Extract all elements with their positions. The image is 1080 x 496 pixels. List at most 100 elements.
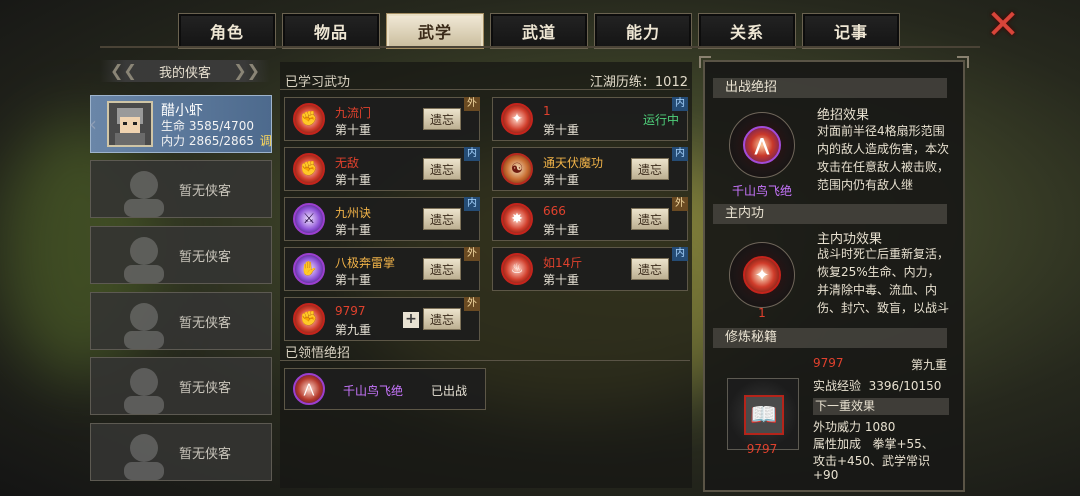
next-level-header: 下一重效果 <box>813 398 949 415</box>
forget-button[interactable]: 遗忘 <box>423 158 461 180</box>
book-caption: 9797 <box>746 442 778 456</box>
manual-slot[interactable]: 📖 <box>727 378 799 450</box>
inner-section-header: 主内功 <box>713 204 947 224</box>
arrow-left-icon: ‹ <box>89 112 97 136</box>
roster-title-label: 我的侠客 <box>158 65 211 81</box>
hero-mp: 内力 2865/2865 调 <box>161 132 272 149</box>
skill-type-badge: 外 <box>464 247 480 261</box>
skill-card[interactable]: ⚔ 九州诀 第十重 遗忘 内 <box>284 197 480 241</box>
tab-martial-way[interactable]: 武道 <box>490 13 588 49</box>
tab-abilities[interactable]: 能力 <box>594 13 692 49</box>
tab-relations[interactable]: 关系 <box>698 13 796 49</box>
skill-level: 第十重 <box>543 123 580 137</box>
skill-card[interactable]: ✋ 八极奔雷掌 第十重 遗忘 外 <box>284 247 480 291</box>
ext-power: 外功威力 1080 <box>813 420 896 434</box>
flame-icon: ✦ <box>501 103 533 135</box>
skill-name: 如14斤 <box>543 256 583 270</box>
skill-card[interactable]: ✸ 666 第十重 遗忘 外 <box>492 197 688 241</box>
forget-button[interactable]: 遗忘 <box>423 108 461 130</box>
silhouette-icon <box>124 171 164 217</box>
skill-card[interactable]: ✊ 九流门 第十重 遗忘 外 <box>284 97 480 141</box>
empty-slot-label: 暂无侠客 <box>179 316 232 331</box>
forget-button[interactable]: 遗忘 <box>423 258 461 280</box>
inner-emblem[interactable]: ✦ <box>729 242 795 308</box>
fist-icon: ✊ <box>293 103 325 135</box>
upgrade-plus-icon[interactable]: + <box>403 312 419 328</box>
skill-level: 第九重 <box>335 323 372 337</box>
hero-slot-empty[interactable]: 暂无侠客 <box>90 292 272 350</box>
skill-name: 九流门 <box>335 106 372 120</box>
forget-button[interactable]: 遗忘 <box>631 258 669 280</box>
forget-button[interactable]: 遗忘 <box>631 208 669 230</box>
skill-level: 第十重 <box>543 173 580 187</box>
inner-name: 1 <box>758 306 766 320</box>
skill-level: 第十重 <box>335 223 372 237</box>
detail-panel: 出战绝招 ⋀ 千山鸟飞绝 绝招效果 对面前半径4格扇形范围内的敌人造成伤害，本次… <box>699 56 969 492</box>
header-divider <box>100 46 980 48</box>
skill-card[interactable]: ♨ 如14斤 第十重 遗忘 内 <box>492 247 688 291</box>
palm-icon: ✋ <box>293 253 325 285</box>
book-level: 第九重 <box>911 358 948 372</box>
chevron-left-icon: ❮❮ <box>110 61 137 80</box>
forget-button[interactable]: 遗忘 <box>631 158 669 180</box>
skill-name: 九州诀 <box>335 206 372 220</box>
ultimate-glyph-icon: ⋀ <box>743 126 781 164</box>
tab-character[interactable]: 角色 <box>178 13 276 49</box>
ultimate-effect-text: 对面前半径4格扇形范围内的敌人造成伤害，本次攻击在任意敌人被击败，范围内仍有敌人… <box>817 124 949 192</box>
skill-card[interactable]: ☯ 通天伏魔功 第十重 遗忘 内 <box>492 147 688 191</box>
inner-glyph-icon: ✦ <box>743 256 781 294</box>
ultimate-name: 千山鸟飞绝 <box>343 384 404 398</box>
section-divider <box>280 89 690 90</box>
adjust-tag[interactable]: 调 <box>260 134 272 148</box>
learned-skills-panel: 已学习武功 江湖历练：1012 ✊ 九流门 第十重 遗忘 外 ✦ 1 第十重 运… <box>280 62 692 488</box>
skill-level: 第十重 <box>543 223 580 237</box>
empty-slot-label: 暂无侠客 <box>179 250 232 265</box>
ultimates-header: 已领悟绝招 <box>285 346 351 361</box>
forget-button[interactable]: 遗忘 <box>423 208 461 230</box>
silhouette-icon <box>124 434 164 480</box>
mp-value: 2865/2865 <box>188 134 254 148</box>
skill-card[interactable]: ✦ 1 第十重 运行中 内 <box>492 97 688 141</box>
fist-icon: ✊ <box>293 303 325 335</box>
ultimate-effect-title: 绝招效果 <box>817 108 870 123</box>
main-tab-bar: 角色 物品 武学 武道 能力 关系 记事 <box>178 13 900 49</box>
skill-name: 八极奔雷掌 <box>335 256 396 270</box>
jianghu-experience: 江湖历练：1012 <box>589 75 688 90</box>
ultimate-emblem[interactable]: ⋀ <box>729 112 795 178</box>
hero-portrait-icon <box>109 103 151 145</box>
skill-name: 通天伏魔功 <box>543 156 604 170</box>
skill-type-badge: 内 <box>672 97 688 111</box>
hero-slot-empty[interactable]: 暂无侠客 <box>90 357 272 415</box>
close-icon[interactable]: ✕ <box>985 5 1021 45</box>
combat-exp: 实战经验 3396/10150 <box>813 377 941 394</box>
empty-slot-label: 暂无侠客 <box>179 381 232 396</box>
silhouette-icon <box>124 368 164 414</box>
ultimate-emblem-icon: ⋀ <box>293 373 325 405</box>
hp-value: 3585/4700 <box>188 119 254 133</box>
ultimate-card[interactable]: ⋀ 千山鸟飞绝 已出战 <box>284 368 486 410</box>
skill-card[interactable]: ✊ 无敌 第十重 遗忘 内 <box>284 147 480 191</box>
ultimate-section-header: 出战绝招 <box>713 78 947 98</box>
skill-type-badge: 外 <box>672 197 688 211</box>
ultimate-name: 千山鸟飞绝 <box>731 184 792 198</box>
tab-martial-arts[interactable]: 武学 <box>386 13 484 49</box>
hero-slot-empty[interactable]: 暂无侠客 <box>90 423 272 481</box>
hero-slot-active[interactable]: ‹ 醋小虾 生命 3585/4700 内力 2865/2865 调 <box>89 95 272 153</box>
fist-icon: ✊ <box>293 153 325 185</box>
mp-label: 内力 <box>161 134 186 148</box>
skill-level: 第十重 <box>335 273 372 287</box>
chevron-right-icon: ❯❯ <box>233 61 260 80</box>
book-icon: 📖 <box>744 395 784 435</box>
tab-journal[interactable]: 记事 <box>802 13 900 49</box>
learned-header: 已学习武功 <box>285 75 351 90</box>
forget-button[interactable]: 遗忘 <box>423 308 461 330</box>
silhouette-icon <box>124 237 164 283</box>
tab-items[interactable]: 物品 <box>282 13 380 49</box>
roster-title: ❮❮ 我的侠客 ❯❯ <box>100 60 270 82</box>
skill-type-badge: 外 <box>464 297 480 311</box>
sword-icon: ⚔ <box>293 203 325 235</box>
skill-name: 1 <box>543 104 551 118</box>
hero-slot-empty[interactable]: 暂无侠客 <box>90 226 272 284</box>
skill-card[interactable]: ✊ 9797 第九重 + 遗忘 外 <box>284 297 480 341</box>
hero-slot-empty[interactable]: 暂无侠客 <box>90 160 272 218</box>
